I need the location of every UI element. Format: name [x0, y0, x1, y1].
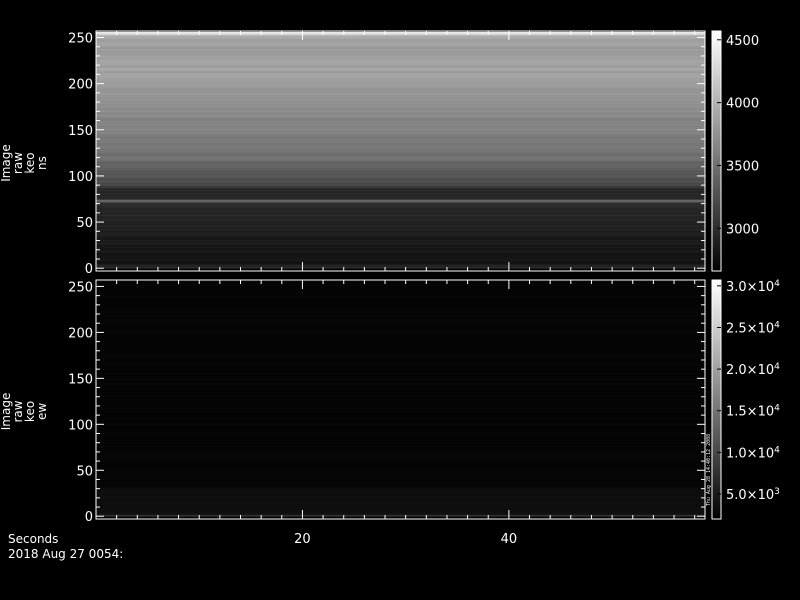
y-tick-label: 0: [85, 510, 93, 525]
y-tick-label: 250: [68, 31, 93, 46]
y-tick-label: 50: [76, 464, 93, 479]
x-tick-labels: 20 40: [294, 532, 517, 547]
colorbar-ticks-ew: 5.0×103 1.0×104 1.5×104 2.0×104 2.5×104 3.0×1…: [717, 279, 780, 503]
heatmap-ns: [96, 31, 705, 271]
colorbar-tick-label: 4000: [726, 97, 759, 112]
colorbar-tick-label: 1.5×104: [726, 404, 780, 420]
y-axis-title-line: ew: [35, 403, 49, 420]
colorbar-ew: [711, 279, 722, 520]
heatmap-row: [96, 280, 705, 283]
y-tick-label: 50: [76, 216, 93, 231]
x-tick-label: 40: [501, 532, 518, 547]
y-tick-label: 200: [68, 78, 93, 93]
y-tick-label: 250: [68, 280, 93, 295]
y-tick-label: 150: [68, 124, 93, 139]
colorbar-tick-label: 1.0×104: [726, 445, 780, 461]
y-tick-labels-ns: 0 50 100 150 200 250: [68, 31, 93, 277]
colorbar-tick-label: 4500: [726, 34, 759, 49]
heatmap-ew: [96, 280, 705, 519]
heatmap-row: [96, 31, 705, 34]
keogram-figure: 050100150200250 Imagerawkeons 3000350040…: [0, 30, 780, 561]
y-tick-labels-ew: 0 50 100 150 200 250: [68, 280, 93, 525]
panel-ew: 0 50 100 150 200 250 Imagerawkeoew 5.0×103 1.0…: [0, 279, 780, 525]
side-note: Thu Aug 28 14:40:12 2008: [706, 434, 712, 506]
y-tick-label: 0: [85, 262, 93, 277]
y-tick-label: 100: [68, 418, 93, 433]
y-axis-title-line: ns: [35, 156, 49, 170]
colorbar-ticks-ns: 3000 3500 4000 4500: [717, 34, 759, 237]
x-axis-title: Seconds: [8, 532, 58, 546]
y-tick-label: 150: [68, 372, 93, 387]
y-axis-title-ns: Imagerawkeons: [0, 144, 49, 182]
colorbar-tick-label: 2.5×104: [726, 320, 780, 336]
y-tick-label: 100: [68, 170, 93, 185]
x-tick-label: 20: [294, 532, 311, 547]
timestamp-label: 2018 Aug 27 0054:: [8, 547, 123, 561]
colorbar-tick-label: 5.0×103: [726, 487, 780, 503]
panel-ns: 0 50 100 150 200 250 Imagerawkeons 3000 3500 40…: [0, 30, 759, 277]
y-axis-title-ew: Imagerawkeoew: [0, 393, 49, 431]
colorbar-tick-label: 3.0×104: [726, 279, 780, 295]
colorbar-tick-label: 3500: [726, 159, 759, 174]
y-tick-label: 200: [68, 326, 93, 341]
colorbar-tick-label: 2.0×104: [726, 362, 780, 378]
colorbar-ns: [711, 30, 722, 272]
colorbar-tick-label: 3000: [726, 222, 759, 237]
